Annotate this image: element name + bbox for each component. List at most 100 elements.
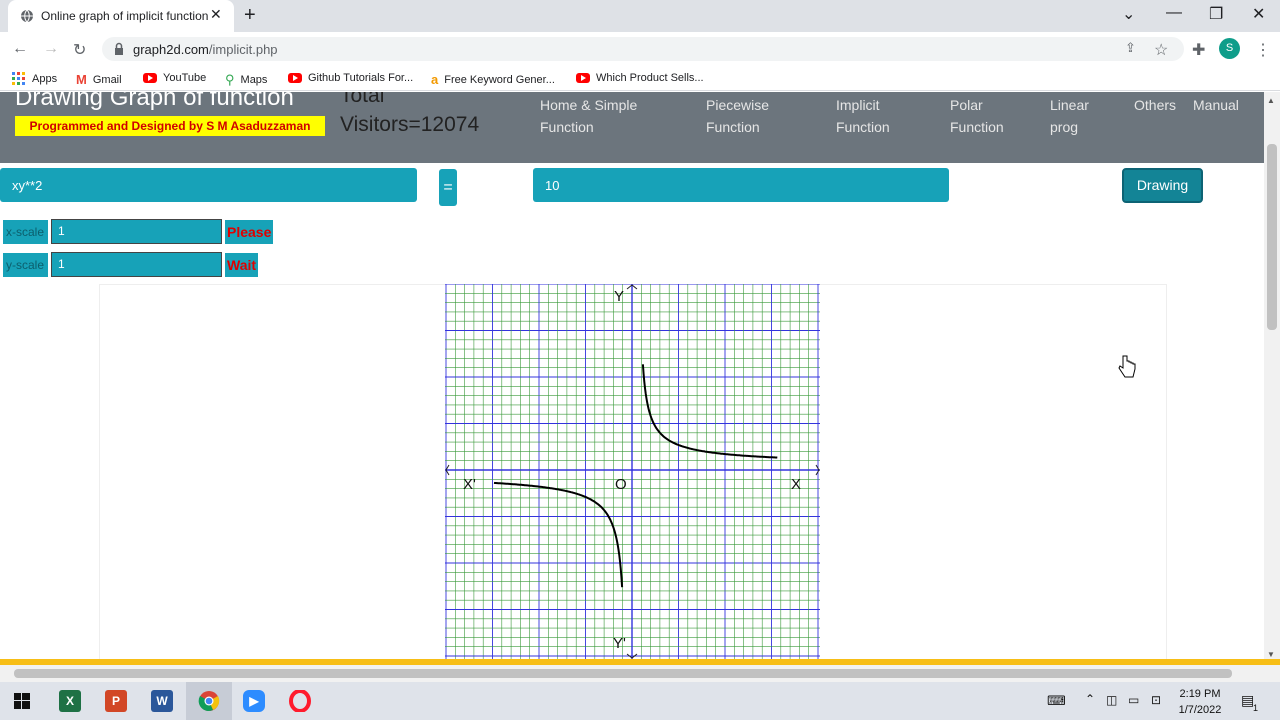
opera-icon[interactable] — [289, 690, 311, 712]
xscale-label: x-scale — [3, 220, 48, 244]
nav-label: Home & Simple — [540, 97, 638, 113]
tab-search-icon[interactable]: ⌄ — [1122, 4, 1135, 24]
nav-polar[interactable]: Polar Function — [950, 94, 1004, 138]
horizontal-scroll-thumb[interactable] — [14, 669, 1232, 678]
url-domain: graph2d.com — [133, 42, 209, 57]
nav-label: Manual — [1193, 97, 1239, 113]
reload-icon[interactable]: ↻ — [73, 40, 86, 60]
youtube-icon — [576, 73, 590, 83]
extensions-icon[interactable]: ✚ — [1192, 40, 1205, 60]
yscale-input[interactable]: 1 — [51, 252, 222, 277]
tray-expand-icon[interactable]: ⌃ — [1085, 692, 1095, 706]
bookmark-label: Free Keyword Gener... — [444, 73, 555, 86]
curve-branch-right — [641, 364, 778, 459]
nav-implicit[interactable]: Implicit Function — [836, 94, 890, 138]
bookmark-youtube[interactable]: YouTube — [143, 72, 206, 84]
nav-others[interactable]: Others — [1134, 94, 1176, 116]
nav-label: Polar — [950, 97, 983, 113]
bookmark-github-tutorials[interactable]: Github Tutorials For... — [288, 72, 413, 84]
bookmark-gmail[interactable]: M Gmail — [76, 72, 122, 87]
taskbar-clock[interactable]: 2:19 PM 1/7/2022 — [1170, 686, 1230, 718]
visitors-count: Visitors=12074 — [340, 113, 480, 136]
nav-label: Implicit — [836, 97, 880, 113]
excel-icon[interactable]: X — [59, 690, 81, 712]
forward-icon[interactable]: → — [43, 40, 59, 58]
nav-linear-prog[interactable]: Linear prog — [1050, 94, 1089, 138]
nav-label: Function — [836, 119, 890, 135]
nav-piecewise[interactable]: Piecewise Function — [706, 94, 769, 138]
nav-manual[interactable]: Manual — [1193, 94, 1239, 116]
nav-label: Piecewise — [706, 97, 770, 113]
word-icon[interactable]: W — [151, 690, 173, 712]
scroll-up-icon[interactable]: ▲ — [1267, 96, 1275, 105]
bookmark-apps[interactable]: Apps — [12, 72, 57, 86]
hand-cursor-icon — [1118, 355, 1136, 378]
url-text[interactable]: graph2d.com/implicit.php — [133, 42, 278, 57]
nav-label: Function — [950, 119, 1004, 135]
gmail-icon: M — [76, 72, 87, 87]
menu-icon[interactable]: ⋮ — [1255, 40, 1271, 60]
site-title: Drawing Graph of function — [15, 92, 294, 111]
clock-time: 2:19 PM — [1179, 688, 1221, 700]
meet-icon[interactable]: ◫ — [1106, 693, 1117, 707]
clock-date: 1/7/2022 — [1178, 704, 1222, 716]
nav-label: Others — [1134, 97, 1177, 113]
globe-icon — [21, 9, 33, 23]
label-x: X — [791, 476, 801, 493]
profile-avatar[interactable]: S — [1219, 38, 1240, 59]
minimize-icon[interactable]: — — [1166, 4, 1182, 22]
bookmark-star-icon[interactable]: ☆ — [1154, 40, 1168, 60]
bookmark-product[interactable]: Which Product Sells... — [576, 72, 704, 84]
nav-label: Function — [706, 119, 760, 135]
label-x-prime: X' — [463, 476, 476, 493]
amazon-icon: a — [431, 72, 439, 87]
new-tab-button[interactable]: + — [244, 4, 256, 27]
bookmark-label: Gmail — [92, 73, 122, 86]
lock-icon[interactable] — [113, 42, 125, 56]
bookmark-label: YouTube — [163, 72, 207, 84]
share-icon[interactable]: ⇪ — [1125, 40, 1136, 56]
powerpoint-icon[interactable]: P — [105, 690, 127, 712]
yscale-label: y-scale — [3, 253, 48, 277]
vertical-scroll-thumb[interactable] — [1267, 144, 1277, 330]
nav-home-simple[interactable]: Home & Simple Function — [540, 94, 637, 138]
maps-pin-icon: ⚲ — [225, 72, 235, 87]
status-wait: Wait — [225, 253, 259, 277]
close-window-icon[interactable]: ✕ — [1252, 4, 1265, 24]
bookmark-label: Apps — [32, 73, 58, 85]
equals-sign: = — [439, 169, 457, 206]
visitors-label: Total — [340, 92, 385, 107]
bookmark-keyword[interactable]: a Free Keyword Gener... — [431, 72, 555, 87]
windows-start-icon[interactable] — [14, 693, 30, 709]
lhs-expression-input[interactable]: xy**2 — [0, 168, 417, 202]
tab-title: Online graph of implicit function — [41, 9, 209, 23]
restore-icon[interactable]: ❐ — [1209, 4, 1223, 24]
keyboard-icon[interactable]: ⌨ — [1047, 693, 1066, 709]
graph-canvas[interactable]: Y Y' X X' O — [445, 284, 820, 659]
site-navbar: Drawing Graph of function Programmed and… — [0, 92, 1264, 163]
drawing-button[interactable]: Drawing — [1122, 168, 1203, 203]
apps-grid-icon — [12, 72, 25, 85]
label-y-prime: Y' — [613, 635, 626, 652]
network-icon[interactable]: ⊡ — [1151, 693, 1161, 707]
nav-label: Function — [540, 119, 594, 135]
close-tab-icon[interactable]: ✕ — [210, 6, 222, 23]
browser-tab[interactable]: Online graph of implicit function ✕ — [8, 0, 234, 32]
zoom-icon[interactable]: ▶ — [243, 690, 265, 712]
xscale-input[interactable]: 1 — [51, 219, 222, 244]
rhs-expression-input[interactable]: 10 — [533, 168, 949, 202]
bookmark-label: Maps — [240, 74, 268, 86]
page-content: Drawing Graph of function Programmed and… — [0, 92, 1264, 659]
bookmark-label: Which Product Sells... — [596, 72, 704, 84]
credit-banner: Programmed and Designed by S M Asaduzzam… — [15, 116, 325, 136]
bookmark-maps[interactable]: ⚲ Maps — [225, 72, 267, 88]
back-icon[interactable]: ← — [12, 40, 28, 58]
nav-label: prog — [1050, 119, 1079, 135]
battery-icon[interactable]: ▭ — [1128, 693, 1139, 707]
scroll-down-icon[interactable]: ▼ — [1267, 650, 1275, 659]
chrome-icon — [198, 691, 220, 711]
youtube-icon — [288, 73, 302, 83]
youtube-icon — [143, 73, 157, 83]
bookmark-label: Github Tutorials For... — [308, 72, 414, 84]
nav-label: Linear — [1050, 97, 1089, 113]
